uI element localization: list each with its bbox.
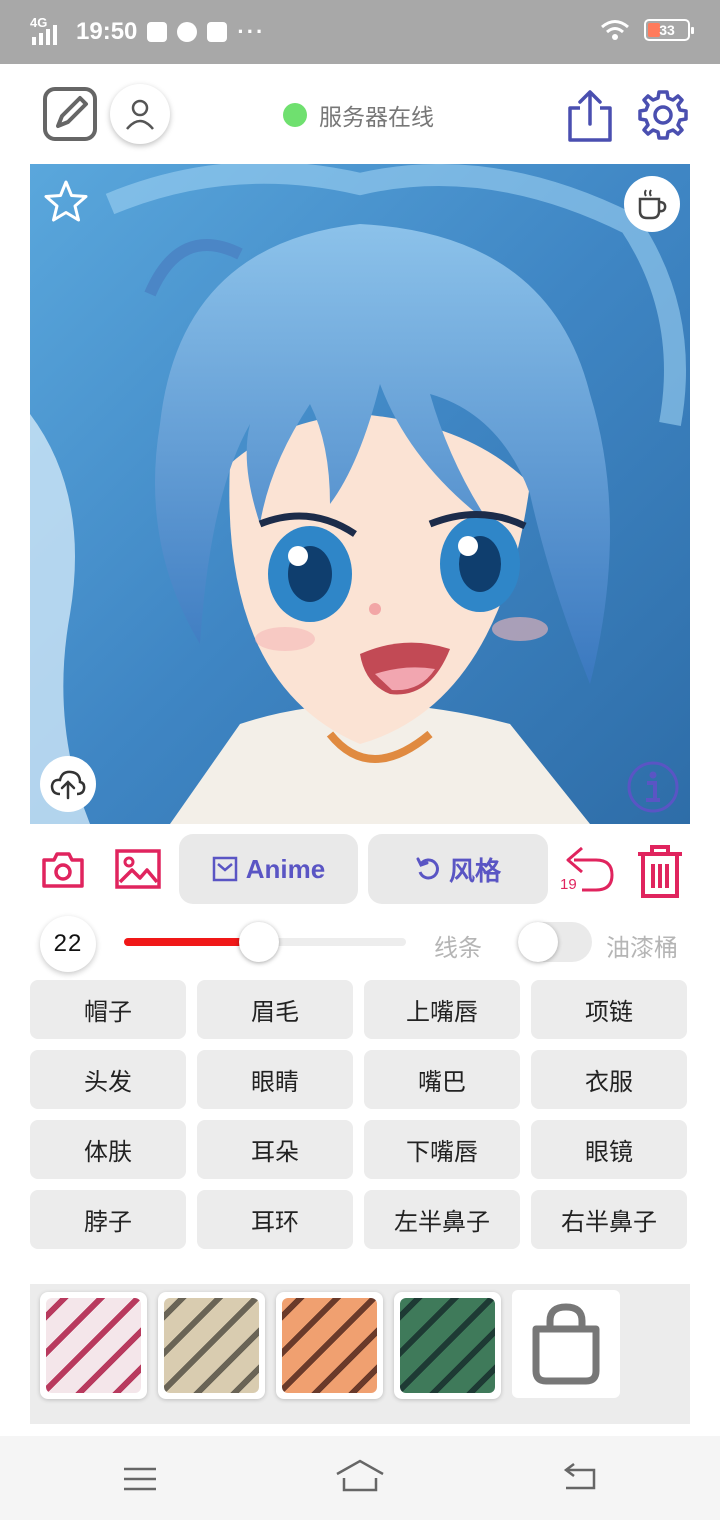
anime-portrait-image (30, 164, 690, 824)
part-button[interactable]: 衣服 (531, 1050, 687, 1109)
part-button[interactable]: 下嘴唇 (364, 1120, 520, 1179)
anime-mode-button[interactable]: Anime (179, 834, 358, 904)
style-swatch-green-style[interactable] (394, 1292, 501, 1399)
server-status-text: 服务器在线 (319, 105, 434, 131)
undo-count: 19 (560, 876, 577, 893)
trash-icon[interactable] (634, 842, 686, 900)
signal-icon: 4G (30, 15, 66, 47)
camera-icon[interactable] (40, 850, 86, 890)
style-tray (30, 1284, 690, 1424)
part-button[interactable]: 嘴巴 (364, 1050, 520, 1109)
shopping-bag-icon (532, 1303, 600, 1385)
part-button[interactable]: 眉毛 (197, 980, 353, 1039)
edit-icon[interactable] (42, 86, 98, 142)
favorite-star-icon[interactable] (42, 178, 90, 226)
style-swatch-texture (400, 1298, 495, 1393)
user-icon (126, 99, 154, 130)
style-swatch-red-white-style[interactable] (40, 1292, 147, 1399)
refresh-icon (416, 857, 439, 880)
home-icon[interactable] (334, 1458, 386, 1494)
battery-icon: 33 (644, 19, 694, 41)
checkbox-mail-icon (212, 856, 238, 882)
info-icon[interactable] (626, 760, 680, 814)
style-label: 风格 (448, 856, 501, 887)
back-icon[interactable] (560, 1462, 598, 1492)
cloud-upload-icon (50, 770, 86, 800)
app-notification-icon (207, 22, 228, 42)
toggle-knob (518, 922, 558, 962)
style-shop-button[interactable] (512, 1290, 620, 1398)
brush-controls: 22 线条 油漆桶 (0, 912, 720, 972)
part-button[interactable]: 耳环 (197, 1190, 353, 1249)
top-bar: 服务器在线 (0, 64, 720, 164)
system-nav-bar (0, 1436, 720, 1520)
style-swatch-beige-gray-style[interactable] (158, 1292, 265, 1399)
part-button[interactable]: 头发 (30, 1050, 186, 1109)
part-button[interactable]: 左半鼻子 (364, 1190, 520, 1249)
part-button[interactable]: 脖子 (30, 1190, 186, 1249)
coffee-cup-icon (638, 189, 667, 220)
part-button[interactable]: 眼睛 (197, 1050, 353, 1109)
paint-bucket-toggle[interactable] (518, 922, 592, 962)
settings-gear-icon[interactable] (636, 88, 690, 142)
part-button[interactable]: 耳朵 (197, 1120, 353, 1179)
share-icon[interactable] (566, 88, 614, 144)
part-button[interactable]: 右半鼻子 (531, 1190, 687, 1249)
style-swatch-texture (164, 1298, 259, 1393)
status-dot (283, 103, 307, 127)
server-status: 服务器在线 (283, 98, 434, 132)
donate-coffee-button[interactable] (624, 176, 680, 232)
part-button[interactable]: 眼镜 (531, 1120, 687, 1179)
more-notifications: ··· (237, 19, 266, 44)
anime-mode-label: Anime (245, 853, 326, 884)
music-icon (177, 22, 198, 42)
part-button[interactable]: 项链 (531, 980, 687, 1039)
user-button[interactable] (110, 84, 170, 144)
battery-level: 33 (659, 22, 675, 38)
style-swatch-texture (282, 1298, 377, 1393)
paint-bucket-label: 油漆桶 (606, 934, 678, 962)
wifi-icon (601, 20, 629, 40)
part-button[interactable]: 帽子 (30, 980, 186, 1039)
style-button[interactable]: 风格 (368, 834, 548, 904)
generated-image-canvas[interactable] (30, 164, 690, 824)
part-button[interactable]: 上嘴唇 (364, 980, 520, 1039)
status-bar: 4G 19:50 ··· 33 (0, 0, 720, 64)
brush-size-indicator: 22 (40, 916, 96, 972)
style-swatch-orange-style[interactable] (276, 1292, 383, 1399)
tool-row: Anime 风格 19 (0, 832, 720, 908)
clock: 19:50 (76, 18, 138, 45)
part-button[interactable]: 体肤 (30, 1120, 186, 1179)
line-mode-label: 线条 (434, 934, 482, 962)
menu-icon[interactable] (122, 1466, 158, 1492)
gallery-image-icon[interactable] (114, 848, 162, 890)
upload-button[interactable] (40, 756, 96, 812)
mail-icon (147, 22, 168, 42)
slider-thumb[interactable] (239, 922, 280, 962)
body-part-grid: 帽子 眉毛 上嘴唇 项链头发 眼睛 嘴巴 衣服体肤 耳朵 下嘴唇 眼镜脖子 耳环 左半鼻子 右半鼻子 (30, 980, 690, 1249)
style-swatch-texture (46, 1298, 141, 1393)
